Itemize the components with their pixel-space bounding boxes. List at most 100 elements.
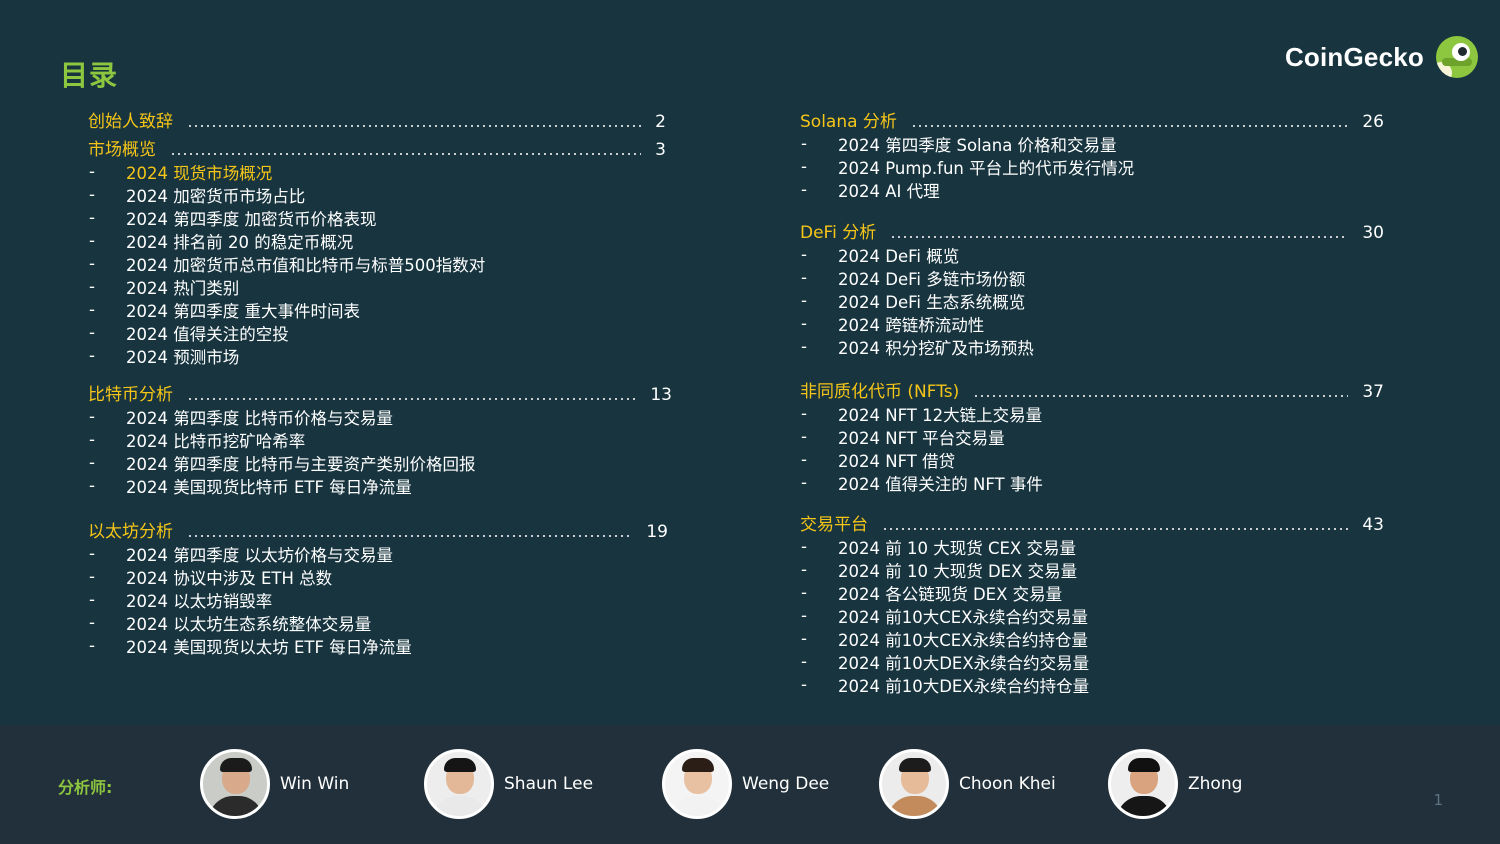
toc-item-label: 2024 第四季度 比特币与主要资产类别价格回报: [126, 454, 476, 474]
toc-item-label: 2024 第四季度 以太坊价格与交易量: [126, 545, 393, 565]
toc-item[interactable]: - 2024 前 10 大现货 DEX 交易量: [800, 558, 1384, 581]
toc-item[interactable]: - 2024 加密货币市场占比: [88, 183, 666, 206]
toc-section-heading[interactable]: DeFi 分析 30: [800, 219, 1384, 243]
toc-section: 以太坊分析 19 - 2024 第四季度 以太坊价格与交易量 - 2024 协议中涉及 E…: [88, 518, 668, 657]
analyst: Zhong: [1108, 749, 1242, 819]
bullet-dash: -: [801, 606, 807, 625]
toc-item[interactable]: - 2024 值得关注的空投: [88, 321, 666, 344]
toc-item[interactable]: - 2024 值得关注的 NFT 事件: [800, 471, 1384, 494]
avatar: [662, 749, 732, 819]
toc-item[interactable]: - 2024 现货市场概况: [88, 160, 666, 183]
toc-section-heading[interactable]: Solana 分析 26: [800, 108, 1384, 132]
toc-item[interactable]: - 2024 NFT 平台交易量: [800, 425, 1384, 448]
toc-item[interactable]: - 2024 NFT 12大链上交易量: [800, 402, 1384, 425]
toc-item[interactable]: - 2024 第四季度 比特币价格与交易量: [88, 405, 672, 428]
dot-leader: [973, 395, 1349, 397]
toc-item-label: 2024 前10大DEX永续合约持仓量: [838, 676, 1090, 696]
analyst-name: Choon Khei: [959, 774, 1056, 794]
toc-item[interactable]: - 2024 以太坊生态系统整体交易量: [88, 611, 668, 634]
analysts-label: 分析师:: [58, 778, 113, 797]
toc-item[interactable]: - 2024 比特币挖矿哈希率: [88, 428, 672, 451]
toc-item-label: 2024 比特币挖矿哈希率: [126, 431, 306, 451]
bullet-dash: -: [89, 323, 95, 342]
toc-section-heading[interactable]: 市场概览 3: [88, 136, 666, 160]
toc-item[interactable]: - 2024 第四季度 以太坊价格与交易量: [88, 542, 668, 565]
toc-item[interactable]: - 2024 协议中涉及 ETH 总数: [88, 565, 668, 588]
toc-item-label: 2024 前10大DEX永续合约交易量: [838, 653, 1090, 673]
toc-item[interactable]: - 2024 前10大DEX永续合约持仓量: [800, 673, 1384, 696]
toc-item[interactable]: - 2024 NFT 借贷: [800, 448, 1384, 471]
toc-section: 创始人致辞 2: [88, 108, 666, 132]
bullet-dash: -: [801, 583, 807, 602]
toc-section-title: Solana 分析: [800, 112, 897, 132]
toc-page-number: 3: [655, 140, 666, 160]
bullet-dash: -: [801, 180, 807, 199]
toc-item[interactable]: - 2024 AI 代理: [800, 178, 1384, 201]
toc-item[interactable]: - 2024 排名前 20 的稳定币概况: [88, 229, 666, 252]
toc-section: 非同质化代币 (NFTs) 37 - 2024 NFT 12大链上交易量 - 2024 N…: [800, 378, 1384, 494]
bullet-dash: -: [89, 453, 95, 472]
toc-section-heading[interactable]: 创始人致辞 2: [88, 108, 666, 132]
toc-item[interactable]: - 2024 前10大CEX永续合约持仓量: [800, 627, 1384, 650]
toc-page-number: 37: [1362, 382, 1384, 402]
toc-item[interactable]: - 2024 DeFi 多链市场份额: [800, 266, 1384, 289]
toc-item-label: 2024 美国现货以太坊 ETF 每日净流量: [126, 637, 412, 657]
analyst-name: Weng Dee: [742, 774, 830, 794]
toc-item[interactable]: - 2024 以太坊销毁率: [88, 588, 668, 611]
toc-item-label: 2024 第四季度 比特币价格与交易量: [126, 408, 393, 428]
bullet-dash: -: [89, 300, 95, 319]
toc-item[interactable]: - 2024 各公链现货 DEX 交易量: [800, 581, 1384, 604]
toc-item-label: 2024 前 10 大现货 DEX 交易量: [838, 561, 1078, 581]
toc-item-label: 2024 美国现货比特币 ETF 每日净流量: [126, 477, 412, 497]
toc-item[interactable]: - 2024 DeFi 概览: [800, 243, 1384, 266]
toc-item[interactable]: - 2024 第四季度 重大事件时间表: [88, 298, 666, 321]
toc-item[interactable]: - 2024 第四季度 Solana 价格和交易量: [800, 132, 1384, 155]
toc-item-label: 2024 以太坊销毁率: [126, 591, 273, 611]
avatar: [879, 749, 949, 819]
toc-item[interactable]: - 2024 美国现货比特币 ETF 每日净流量: [88, 474, 672, 497]
toc-item-label: 2024 排名前 20 的稳定币概况: [126, 232, 354, 252]
toc-item[interactable]: - 2024 美国现货以太坊 ETF 每日净流量: [88, 634, 668, 657]
toc-item[interactable]: - 2024 加密货币总市值和比特币与标普500指数对: [88, 252, 666, 275]
toc-item-label: 2024 加密货币市场占比: [126, 186, 306, 206]
bullet-dash: -: [801, 337, 807, 356]
toc-section-title: 交易平台: [800, 515, 868, 535]
toc-item-label: 2024 前 10 大现货 CEX 交易量: [838, 538, 1076, 558]
toc-item-label: 2024 积分挖矿及市场预热: [838, 338, 1034, 358]
bullet-dash: -: [801, 404, 807, 423]
toc-page-number: 2: [655, 112, 666, 132]
toc-section-heading[interactable]: 以太坊分析 19: [88, 518, 668, 542]
toc-item-list: - 2024 NFT 12大链上交易量 - 2024 NFT 平台交易量 - 2024 N…: [800, 402, 1384, 494]
toc-item[interactable]: - 2024 前 10 大现货 CEX 交易量: [800, 535, 1384, 558]
toc-item[interactable]: - 2024 热门类别: [88, 275, 666, 298]
bullet-dash: -: [89, 208, 95, 227]
toc-section-title: 比特币分析: [88, 385, 173, 405]
toc-section-heading[interactable]: 比特币分析 13: [88, 381, 672, 405]
toc-item-list: - 2024 前 10 大现货 CEX 交易量 - 2024 前 10 大现货 DEX…: [800, 535, 1384, 696]
bullet-dash: -: [89, 430, 95, 449]
analyst: Shaun Lee: [424, 749, 593, 819]
toc-item-label: 2024 NFT 平台交易量: [838, 428, 1005, 448]
toc-item[interactable]: - 2024 前10大DEX永续合约交易量: [800, 650, 1384, 673]
toc-item[interactable]: - 2024 前10大CEX永续合约交易量: [800, 604, 1384, 627]
page-title: 目录: [60, 59, 119, 92]
toc-item-label: 2024 热门类别: [126, 278, 240, 298]
toc-item[interactable]: - 2024 DeFi 生态系统概览: [800, 289, 1384, 312]
bullet-dash: -: [801, 134, 807, 153]
toc-item-list: - 2024 DeFi 概览 - 2024 DeFi 多链市场份额 - 2024 DeFi…: [800, 243, 1384, 358]
toc-item-label: 2024 DeFi 概览: [838, 246, 960, 266]
analyst: Weng Dee: [662, 749, 829, 819]
toc-item[interactable]: - 2024 第四季度 比特币与主要资产类别价格回报: [88, 451, 672, 474]
toc-section-heading[interactable]: 非同质化代币 (NFTs) 37: [800, 378, 1384, 402]
toc-item[interactable]: - 2024 积分挖矿及市场预热: [800, 335, 1384, 358]
bullet-dash: -: [89, 590, 95, 609]
toc-item[interactable]: - 2024 跨链桥流动性: [800, 312, 1384, 335]
toc-section-title: 以太坊分析: [88, 522, 173, 542]
toc-page-number: 26: [1362, 112, 1384, 132]
toc-item[interactable]: - 2024 Pump.fun 平台上的代币发行情况: [800, 155, 1384, 178]
toc-item[interactable]: - 2024 预测市场: [88, 344, 666, 367]
toc-item-list: - 2024 第四季度 比特币价格与交易量 - 2024 比特币挖矿哈希率 - 2024 …: [88, 405, 672, 497]
toc-item[interactable]: - 2024 第四季度 加密货币价格表现: [88, 206, 666, 229]
toc-section-heading[interactable]: 交易平台 43: [800, 511, 1384, 535]
bullet-dash: -: [89, 567, 95, 586]
